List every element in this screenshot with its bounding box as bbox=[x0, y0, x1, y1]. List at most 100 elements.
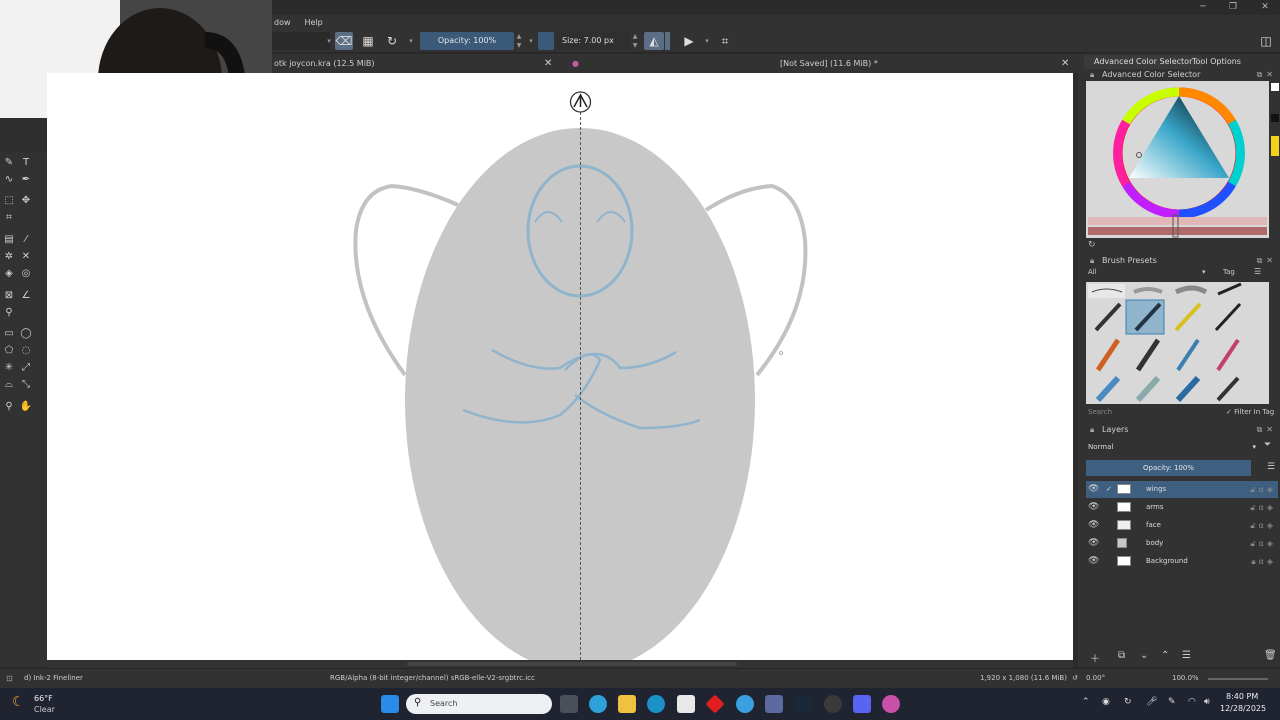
layer-props-icon[interactable]: 🔓︎α◈ bbox=[1250, 517, 1276, 534]
brush-preset-icon[interactable]: ⊡ bbox=[6, 674, 13, 683]
rotation-value[interactable]: 0.00° bbox=[1086, 674, 1105, 682]
opacity-slider[interactable]: Opacity: 100% bbox=[420, 32, 514, 50]
drawing-canvas[interactable] bbox=[47, 73, 1073, 662]
spin-up-icon[interactable]: ▲ bbox=[631, 32, 639, 41]
discord-icon[interactable] bbox=[853, 695, 871, 713]
assistant-icon[interactable]: ✕ bbox=[19, 250, 33, 264]
brush-search-input[interactable]: Search bbox=[1088, 408, 1112, 416]
flow-swatch[interactable] bbox=[538, 32, 554, 50]
color-selector-widget[interactable] bbox=[1086, 81, 1269, 238]
wrap-around-icon[interactable]: ⌗ bbox=[716, 32, 734, 50]
colorful-app-icon[interactable] bbox=[736, 695, 754, 713]
layer-opacity-slider[interactable]: Opacity: 100% bbox=[1086, 460, 1251, 476]
mirror-options-handle[interactable] bbox=[665, 32, 670, 50]
brush-filter-select[interactable]: All bbox=[1088, 268, 1097, 276]
refresh-icon[interactable]: ↻ bbox=[1088, 240, 1096, 250]
sync-icon[interactable]: ↻ bbox=[1124, 697, 1132, 707]
wifi-icon[interactable]: ◠ bbox=[1188, 697, 1196, 707]
task-view-icon[interactable] bbox=[560, 695, 578, 713]
add-layer-icon[interactable]: ＋ bbox=[1090, 650, 1100, 665]
size-spinner[interactable]: ▲ ▼ bbox=[631, 32, 639, 50]
filter-in-tag-checkbox[interactable]: ✓ Filter In Tag bbox=[1226, 408, 1274, 416]
contiguous-select-icon[interactable]: ✳ bbox=[2, 361, 16, 375]
layer-name[interactable]: arms bbox=[1146, 499, 1164, 516]
tab-joycon-document[interactable]: otk joycon.kra (12.5 MiB) bbox=[274, 57, 375, 71]
clock-date[interactable]: 12/28/2025 bbox=[1220, 704, 1266, 713]
mirror-vertical-icon[interactable]: ▶ bbox=[680, 32, 698, 50]
zoom-slider[interactable] bbox=[1208, 678, 1268, 680]
panel-controls-icon[interactable]: ⧉✕ bbox=[1257, 254, 1277, 267]
blend-mode-select[interactable]: Normal ▾ bbox=[1088, 441, 1256, 453]
copilot-icon[interactable] bbox=[589, 695, 607, 713]
move-icon[interactable]: ✥ bbox=[19, 194, 33, 208]
filter-icon[interactable]: ⏷ bbox=[1264, 440, 1271, 450]
layer-row-background[interactable]: 👁︎ Background 🔒︎α◈ bbox=[1086, 553, 1278, 570]
layer-row-arms[interactable]: 👁︎ arms 🔓︎α◈ bbox=[1086, 499, 1278, 516]
scroll-thumb[interactable] bbox=[407, 662, 737, 666]
tray-app-icon[interactable]: ◉ bbox=[1102, 697, 1110, 707]
panel-controls-icon[interactable]: ⧉✕ bbox=[1257, 423, 1277, 436]
swatch-white[interactable] bbox=[1271, 83, 1279, 91]
tab-unsaved-document[interactable]: [Not Saved] (11.6 MiB) * bbox=[780, 57, 878, 71]
layer-props-icon[interactable]: 🔓︎α◈ bbox=[1250, 499, 1276, 516]
eye-icon[interactable]: 👁︎ bbox=[1088, 499, 1099, 516]
layer-properties-icon[interactable]: ☰ bbox=[1182, 650, 1191, 661]
layer-name[interactable]: wings bbox=[1146, 481, 1166, 498]
layer-props-icon[interactable]: 🔒︎α◈ bbox=[1251, 553, 1276, 570]
eye-icon[interactable]: 👁︎ bbox=[1088, 535, 1099, 552]
gradient-icon[interactable]: ▤ bbox=[2, 233, 16, 247]
swatch-black[interactable] bbox=[1271, 114, 1279, 122]
krita-taskbar-icon[interactable] bbox=[882, 695, 900, 713]
weather-temp[interactable]: 66°F bbox=[34, 694, 53, 703]
alpha-lock-icon[interactable]: ▦ bbox=[359, 32, 377, 50]
rotate-icon[interactable]: ↺ bbox=[1072, 674, 1078, 682]
assistant-tool-icon[interactable]: ⊠ bbox=[2, 289, 16, 303]
layer-props-icon[interactable]: 🔓︎α◈ bbox=[1250, 481, 1276, 498]
tag-selector[interactable]: Tag bbox=[1223, 268, 1235, 276]
volume-icon[interactable]: 🔊︎ bbox=[1204, 697, 1210, 707]
taskbar-search-box[interactable]: ⚲ Search bbox=[406, 694, 552, 714]
crop-icon[interactable]: ⌗ bbox=[2, 211, 16, 225]
magnetic-select-icon[interactable]: ⤡ bbox=[19, 378, 33, 392]
close-tab-icon[interactable]: ✕ bbox=[1061, 57, 1069, 71]
enclose-fill-icon[interactable]: ◎ bbox=[19, 267, 33, 281]
tab-advanced-color-selector[interactable]: Advanced Color Selector bbox=[1084, 55, 1203, 69]
edge-icon[interactable] bbox=[647, 695, 665, 713]
maximize-icon[interactable]: ❐ bbox=[1226, 1, 1240, 13]
windows-start-icon[interactable] bbox=[381, 695, 399, 713]
chevron-up-icon[interactable]: ⌃ bbox=[1082, 697, 1090, 707]
app-icon[interactable] bbox=[765, 695, 783, 713]
microphone-icon[interactable]: 🎤︎ bbox=[1146, 697, 1157, 707]
layer-menu-icon[interactable]: ☰ bbox=[1267, 462, 1275, 472]
bezier-icon[interactable]: ✎ bbox=[2, 156, 16, 170]
panel-controls-icon[interactable]: ⧉✕ bbox=[1257, 68, 1277, 81]
delete-layer-icon[interactable]: 🗑︎ bbox=[1264, 650, 1277, 661]
measure-icon[interactable]: ∠ bbox=[19, 289, 33, 303]
size-slider[interactable]: Size: 7.00 px bbox=[556, 32, 630, 50]
layer-props-icon[interactable]: 🔓︎α◈ bbox=[1250, 535, 1276, 552]
close-window-icon[interactable]: ✕ bbox=[1258, 1, 1272, 13]
ellipse-select-icon[interactable]: ◯ bbox=[19, 327, 33, 341]
weather-icon[interactable]: ☾ bbox=[12, 694, 25, 710]
horizontal-scrollbar[interactable] bbox=[47, 660, 1073, 668]
reference-icon[interactable]: ⚲ bbox=[2, 306, 16, 320]
eye-icon[interactable]: 👁︎ bbox=[1088, 517, 1099, 534]
text-tool-icon[interactable]: T bbox=[19, 156, 33, 170]
layer-row-body[interactable]: 👁︎ body 🔓︎α◈ bbox=[1086, 535, 1278, 552]
layer-name[interactable]: face bbox=[1146, 517, 1161, 534]
calligraphy-icon[interactable]: ✒ bbox=[19, 173, 33, 187]
freehand-path-icon[interactable]: ∿ bbox=[2, 173, 16, 187]
menu-item-help[interactable]: Help bbox=[305, 18, 323, 27]
eye-icon[interactable]: 👁︎ bbox=[1088, 553, 1099, 570]
eye-icon[interactable]: 👁︎ bbox=[1088, 481, 1099, 498]
minimize-icon[interactable]: ─ bbox=[1196, 1, 1210, 13]
chevron-down-icon[interactable]: ▾ bbox=[1202, 268, 1206, 276]
transform-icon[interactable]: ⬚ bbox=[2, 194, 16, 208]
zoom-value[interactable]: 100.0% bbox=[1172, 674, 1199, 682]
mirror-horizontal-icon[interactable]: ◭ bbox=[644, 32, 664, 50]
polygon-select-icon[interactable]: ⬠ bbox=[2, 344, 16, 358]
smart-patch-icon[interactable]: ✲ bbox=[2, 250, 16, 264]
rect-select-icon[interactable]: ▭ bbox=[2, 327, 16, 341]
move-layer-up-icon[interactable]: ⌃ bbox=[1161, 650, 1169, 661]
layer-row-wings[interactable]: 👁︎ ✓ wings 🔓︎α◈ bbox=[1086, 481, 1278, 498]
